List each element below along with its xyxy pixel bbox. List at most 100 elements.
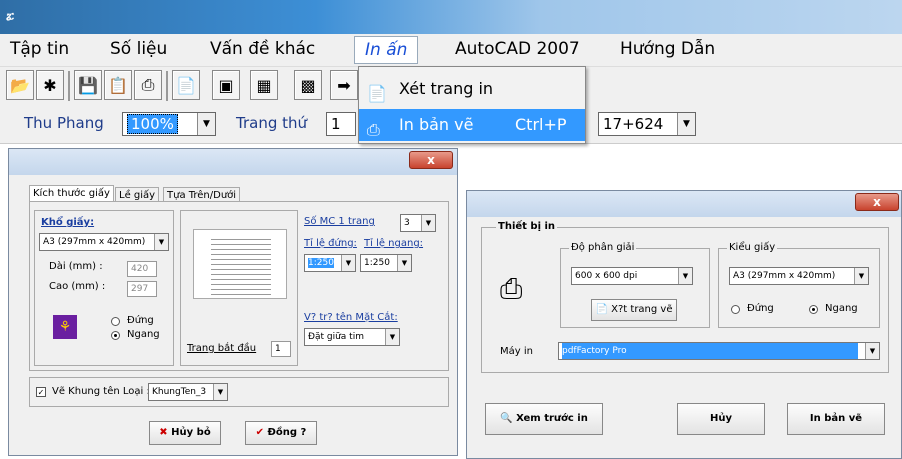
- zoom-value: 100%: [127, 114, 178, 134]
- paper-settings-dialog: x Kích thước giấy Lề giấy Tựa Trên/Dưới …: [8, 148, 458, 456]
- station-select[interactable]: 17+624 ▼: [598, 112, 696, 136]
- page-setup-label: X?t trang vẽ: [611, 304, 673, 315]
- paper-size-value: A3 (297mm x 420mm): [43, 237, 146, 247]
- page-setup-icon: 📄: [367, 84, 387, 103]
- menu-file[interactable]: Tập tin: [10, 39, 69, 59]
- width-field[interactable]: 420: [127, 261, 157, 277]
- magnifier-icon: 🔍: [500, 413, 513, 424]
- chevron-down-icon: ▼: [865, 343, 879, 359]
- mc-count-select[interactable]: 3 ▼: [400, 214, 436, 232]
- close-button[interactable]: x: [855, 193, 899, 211]
- chevron-down-icon: ▼: [397, 255, 411, 271]
- page-input[interactable]: 1: [326, 112, 356, 136]
- chevron-down-icon: ▼: [678, 268, 692, 284]
- table-icon[interactable]: ▦: [250, 70, 278, 100]
- printer-value: pdfFactory Pro: [562, 343, 858, 359]
- grid-icon[interactable]: ▩: [294, 70, 322, 100]
- chevron-down-icon: ▼: [154, 234, 168, 250]
- page-setup-icon: 📄: [595, 304, 608, 315]
- printer-icon[interactable]: ⎙: [134, 70, 162, 100]
- portrait-radio[interactable]: [111, 317, 120, 326]
- chevron-down-icon: ▼: [385, 329, 399, 345]
- landscape-label: Ngang: [825, 303, 858, 314]
- print-menu: 📄 Xét trang in ⎙ In bản vẽ Ctrl+P: [358, 66, 586, 144]
- cancel-button[interactable]: ✖ Hủy bỏ: [149, 421, 221, 445]
- title-bar: ፚ: [0, 0, 902, 34]
- portrait-label: Đứng: [747, 303, 774, 314]
- chevron-down-icon: ▼: [421, 215, 435, 231]
- page-setup-label: Xét trang in: [399, 79, 494, 98]
- close-icon: ✖: [159, 427, 168, 438]
- mc-count-value: 3: [404, 218, 410, 228]
- menu-item-print-drawing[interactable]: ⎙ In bản vẽ Ctrl+P: [359, 109, 585, 141]
- preview-button[interactable]: 🔍 Xem trước in: [485, 403, 603, 435]
- arrow-icon[interactable]: ➡: [330, 70, 358, 100]
- paper-type-select[interactable]: A3 (297mm x 420mm) ▼: [729, 267, 869, 285]
- landscape-radio[interactable]: [111, 331, 120, 340]
- scale-vertical-value: 1:250: [308, 258, 334, 268]
- resolution-select[interactable]: 600 x 600 dpi ▼: [571, 267, 693, 285]
- zoom-label: Thu Phang: [24, 114, 104, 132]
- menu-print[interactable]: In ấn: [354, 36, 419, 64]
- frame-label: Vẽ Khung tên Loại :: [52, 386, 150, 397]
- close-button[interactable]: x: [409, 151, 453, 169]
- tab-panel: Khổ giấy: A3 (297mm x 420mm) ▼ Dài (mm) …: [29, 201, 449, 371]
- ok-button[interactable]: ✔ Đồng ?: [245, 421, 317, 445]
- export-icon[interactable]: 📋: [104, 70, 132, 100]
- zoom-select[interactable]: 100% ▼: [122, 112, 216, 136]
- resolution-group: Độ phân giải 600 x 600 dpi ▼ 📄 X?t trang…: [560, 242, 710, 328]
- menu-help[interactable]: Hướng Dẫn: [620, 39, 715, 59]
- paper-type-group: Kiểu giấy A3 (297mm x 420mm) ▼ Đứng Ngan…: [718, 242, 880, 328]
- save-icon[interactable]: 💾: [74, 70, 102, 100]
- menu-data[interactable]: Số liệu: [110, 39, 167, 59]
- scale-vertical-label: Tỉ lệ đứng:: [304, 238, 357, 249]
- ok-label: Đồng ?: [267, 427, 307, 438]
- menu-other[interactable]: Vấn đề khác: [210, 39, 315, 59]
- height-label: Cao (mm) :: [49, 281, 106, 292]
- clipboard-icon[interactable]: 📄: [172, 70, 200, 100]
- cancel-button[interactable]: Hủy: [677, 403, 765, 435]
- chevron-down-icon: ▼: [341, 255, 355, 271]
- paper-size-group: Khổ giấy: A3 (297mm x 420mm) ▼ Dài (mm) …: [34, 210, 174, 366]
- printer-icon: ⎙: [367, 120, 380, 139]
- printer-label: Máy in: [500, 346, 533, 357]
- print-label: In bản vẽ: [399, 115, 474, 134]
- scale-vertical-select[interactable]: 1:250 ▼: [304, 254, 356, 272]
- landscape-radio[interactable]: [809, 305, 818, 314]
- section-position-label: V? tr? tên Mặt Cắt:: [304, 312, 398, 323]
- form-icon[interactable]: ▣: [212, 70, 240, 100]
- page-setup-button[interactable]: 📄 X?t trang vẽ: [591, 299, 677, 321]
- dialog-titlebar: x: [467, 191, 901, 217]
- frame-select[interactable]: KhungTen_3 ▼: [148, 383, 228, 401]
- tab-paper-size[interactable]: Kích thước giấy: [29, 185, 114, 201]
- paper-type-label: Kiểu giấy: [727, 242, 778, 253]
- toolbar-separator: [68, 71, 70, 101]
- frame-checkbox[interactable]: ✓: [36, 387, 46, 397]
- orientation-icon: ⚘: [53, 315, 77, 339]
- menu-autocad[interactable]: AutoCAD 2007: [455, 39, 580, 59]
- section-position-select[interactable]: Đặt giữa tim ▼: [304, 328, 400, 346]
- new-icon[interactable]: ✱: [36, 70, 64, 100]
- open-icon[interactable]: 📂: [6, 70, 34, 100]
- print-button[interactable]: In bản vẽ: [787, 403, 885, 435]
- preview-label: Xem trước in: [516, 413, 588, 424]
- paper-size-select[interactable]: A3 (297mm x 420mm) ▼: [39, 233, 169, 251]
- dialog-titlebar: x: [9, 149, 457, 175]
- scale-horizontal-select[interactable]: 1:250 ▼: [360, 254, 412, 272]
- frame-value: KhungTen_3: [152, 387, 207, 397]
- menu-item-page-setup[interactable]: 📄 Xét trang in: [359, 73, 585, 105]
- preview-group: Trang bắt đầu 1: [180, 210, 298, 366]
- device-group: Thiết bị in ⎙ Độ phân giải 600 x 600 dpi…: [481, 221, 889, 373]
- cancel-label: Hủy bỏ: [171, 427, 211, 438]
- portrait-radio[interactable]: [731, 305, 740, 314]
- start-page-field[interactable]: 1: [271, 341, 291, 357]
- width-label: Dài (mm) :: [49, 261, 103, 272]
- device-group-label: Thiết bị in: [496, 221, 558, 232]
- print-shortcut: Ctrl+P: [515, 115, 567, 134]
- height-field[interactable]: 297: [127, 281, 157, 297]
- printer-select[interactable]: pdfFactory Pro ▼: [558, 342, 880, 360]
- menu-bar: Tập tin Số liệu Vấn đề khác In ấn AutoCA…: [0, 34, 902, 66]
- section-position-value: Đặt giữa tim: [308, 332, 364, 342]
- resolution-value: 600 x 600 dpi: [575, 271, 638, 281]
- printer-icon: ⎙: [500, 272, 523, 305]
